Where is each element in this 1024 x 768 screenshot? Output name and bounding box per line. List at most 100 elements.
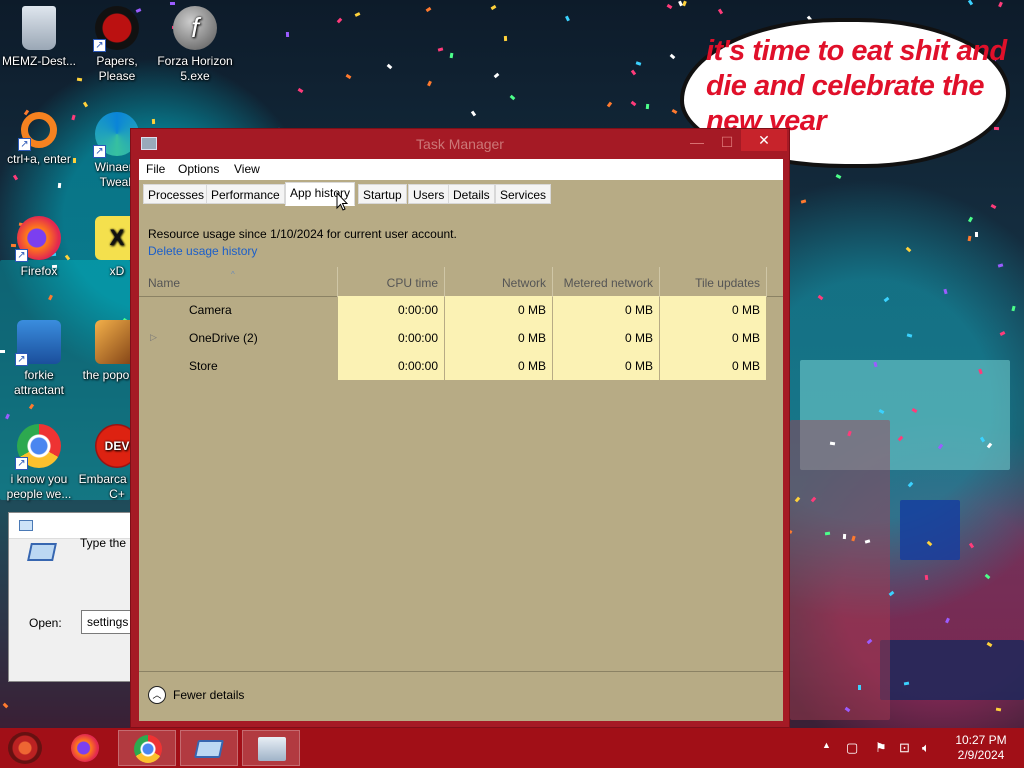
column-header-metered-network[interactable]: Metered network xyxy=(553,267,659,297)
column-divider[interactable] xyxy=(766,267,767,297)
desktop-icon-label: ctrl+a, enter xyxy=(7,152,71,166)
billboard-decor xyxy=(900,500,960,560)
confetti-piece xyxy=(666,3,673,10)
desktop-icon-label: i know you people we... xyxy=(6,472,72,501)
network-cell: 0 MB xyxy=(445,352,552,380)
table-row[interactable]: Store 0:00:00 0 MB 0 MB 0 MB xyxy=(139,352,783,380)
cpu-time-cell: 0:00:00 xyxy=(338,324,444,352)
run-icon xyxy=(19,520,33,531)
tile-updates-cell: 0 MB xyxy=(660,296,766,324)
app-name: Store xyxy=(189,359,218,373)
column-header-name[interactable]: Name xyxy=(148,267,328,297)
confetti-piece xyxy=(425,6,432,13)
network-icon[interactable]: ⊡ xyxy=(899,740,910,756)
menu-view[interactable]: View xyxy=(234,162,260,176)
confetti-piece xyxy=(984,573,991,580)
confetti-piece xyxy=(995,707,1002,712)
column-header-network[interactable]: Network xyxy=(445,267,552,297)
confetti-piece xyxy=(997,263,1004,268)
taskbar-task-manager[interactable] xyxy=(242,730,300,766)
confetti-piece xyxy=(907,481,914,488)
tab-users[interactable]: Users xyxy=(408,184,450,204)
table-row[interactable]: ▷ OneDrive (2) 0:00:00 0 MB 0 MB 0 MB xyxy=(139,324,783,352)
network-cell: 0 MB xyxy=(445,296,552,324)
confetti-piece xyxy=(682,0,687,7)
task-manager-titlebar[interactable]: Task Manager — ☐ ✕ xyxy=(131,129,789,159)
confetti-piece xyxy=(635,61,642,66)
firefox-icon xyxy=(71,734,99,762)
run-icon xyxy=(194,740,224,758)
shortcut-arrow-icon: ↗ xyxy=(93,145,106,158)
column-header-tile-updates[interactable]: Tile updates xyxy=(660,267,766,297)
run-dialog[interactable]: Type the name of a program, folder, docu… xyxy=(8,512,144,701)
taskbar-run-dialog[interactable] xyxy=(180,730,238,766)
show-hidden-icons-icon[interactable]: ▲ xyxy=(822,740,831,750)
papers-please-icon: ↗ xyxy=(93,6,139,52)
close-button[interactable]: ✕ xyxy=(741,129,787,151)
confetti-piece xyxy=(671,108,678,115)
metered-network-cell: 0 MB xyxy=(553,324,659,352)
menu-options[interactable]: Options xyxy=(178,162,219,176)
confetti-piece xyxy=(835,174,842,179)
desktop-icon-ctrl-a[interactable]: ↗ ctrl+a, enter xyxy=(0,112,78,167)
menu-bar: File Options View xyxy=(139,159,783,180)
tab-startup[interactable]: Startup xyxy=(358,184,407,204)
chrome-icon: ↗ xyxy=(15,424,61,470)
flag-icon[interactable]: ⚑ xyxy=(875,740,887,756)
confetti-piece xyxy=(354,12,361,17)
clock-date: 2/9/2024 xyxy=(957,748,1005,762)
confetti-piece xyxy=(924,574,929,581)
desktop-icon-papers-please[interactable]: ↗ Papers, Please xyxy=(78,6,156,84)
action-center-icon[interactable]: ▢ xyxy=(846,740,858,756)
desktop-icon-forza[interactable]: f Forza Horizon 5.exe xyxy=(156,6,234,84)
confetti-piece xyxy=(800,199,807,204)
desktop-icon-label: Firefox xyxy=(20,264,58,278)
desktop-icon-forkie[interactable]: ↗ forkie attractant xyxy=(0,320,78,398)
tab-details[interactable]: Details xyxy=(448,184,495,204)
menu-file[interactable]: File xyxy=(146,162,165,176)
fewer-details-button[interactable]: Fewer details xyxy=(173,688,244,702)
tab-performance[interactable]: Performance xyxy=(206,184,285,204)
shortcut-arrow-icon: ↗ xyxy=(15,353,28,366)
confetti-piece xyxy=(943,288,948,295)
chrome-icon xyxy=(134,735,162,763)
mouse-cursor-icon xyxy=(336,192,348,211)
desktop-icon-memz[interactable]: MEMZ-Dest... xyxy=(0,6,78,69)
firefox-icon: ↗ xyxy=(15,216,61,262)
confetti-piece xyxy=(493,72,500,79)
delete-usage-history-link[interactable]: Delete usage history xyxy=(148,244,257,258)
confetti-piece xyxy=(509,94,516,101)
volume-muted-icon[interactable]: 🔈︎ xyxy=(922,740,930,756)
maximize-button[interactable]: ☐ xyxy=(713,133,741,153)
tab-services[interactable]: Services xyxy=(495,184,552,204)
confetti-piece xyxy=(817,294,824,301)
taskbar: ▲ ▢ ⚑ ⊡ 🔈︎ 10:27 PM 2/9/2024 xyxy=(0,728,1024,768)
start-button[interactable] xyxy=(8,732,42,764)
chevron-up-icon[interactable]: ︿ xyxy=(148,686,166,704)
desktop-icon-firefox[interactable]: ↗ Firefox xyxy=(0,216,78,279)
taskbar-firefox[interactable] xyxy=(56,730,114,766)
task-manager-window[interactable]: Task Manager — ☐ ✕ File Options View Pro… xyxy=(130,128,790,728)
table-row[interactable]: Camera 0:00:00 0 MB 0 MB 0 MB xyxy=(139,296,783,324)
confetti-piece xyxy=(490,4,497,11)
table-header: ^ Name CPU time Network Metered network … xyxy=(139,267,783,297)
confetti-piece xyxy=(998,1,1003,8)
taskbar-chrome[interactable] xyxy=(118,730,176,766)
system-clock[interactable]: 10:27 PM 2/9/2024 xyxy=(948,733,1014,763)
metered-network-cell: 0 MB xyxy=(553,296,659,324)
column-header-cpu-time[interactable]: CPU time xyxy=(338,267,444,297)
confetti-piece xyxy=(12,174,19,181)
speech-bubble-text: it's time to eat shit and die and celebr… xyxy=(706,35,1007,137)
tile-updates-cell: 0 MB xyxy=(660,352,766,380)
confetti-piece xyxy=(336,17,343,24)
confetti-piece xyxy=(842,533,847,540)
confetti-piece xyxy=(717,8,724,15)
confetti-piece xyxy=(285,31,290,38)
clock-time: 10:27 PM xyxy=(955,733,1007,747)
minimize-button[interactable]: — xyxy=(683,133,711,153)
confetti-piece xyxy=(437,47,444,52)
confetti-piece xyxy=(169,1,176,6)
run-program-icon xyxy=(27,543,57,561)
tab-processes[interactable]: Processes xyxy=(143,184,210,204)
desktop-icon-chrome[interactable]: ↗ i know you people we... xyxy=(0,424,78,502)
